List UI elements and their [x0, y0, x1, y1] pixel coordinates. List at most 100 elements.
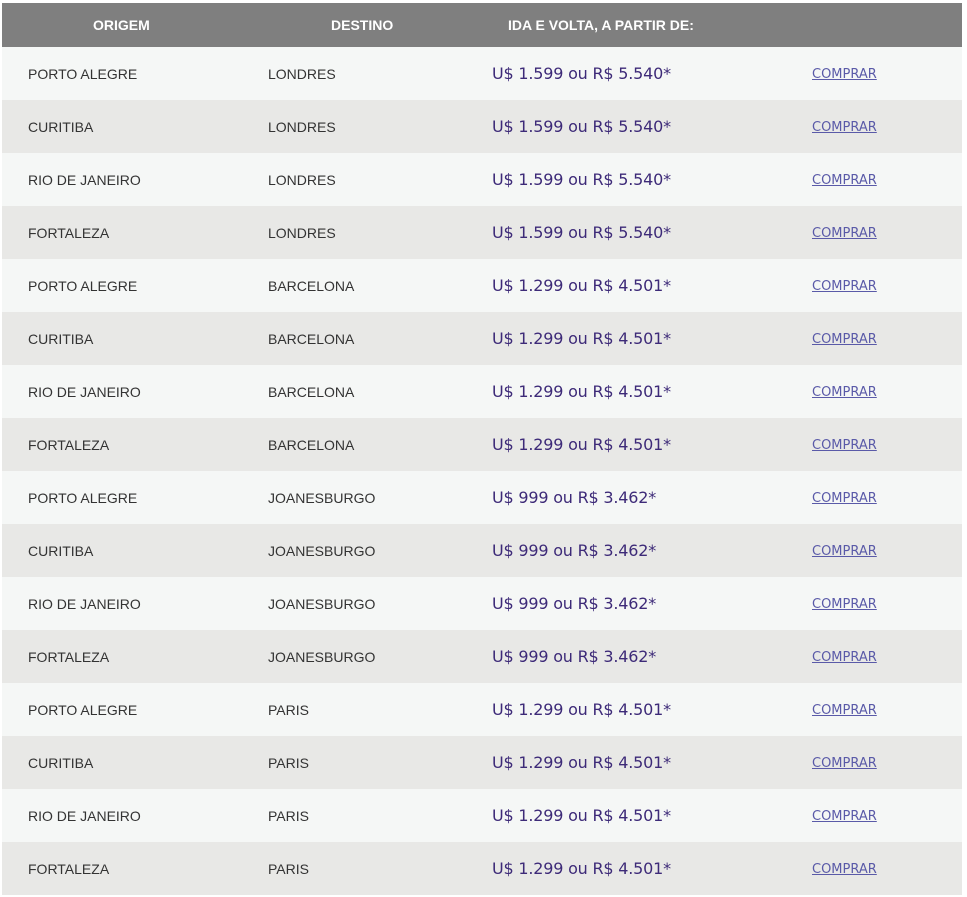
buy-link[interactable]: COMPRAR [812, 544, 877, 559]
table-row: FORTALEZA LONDRES U$ 1.599 ou R$ 5.540* … [2, 206, 962, 259]
origin-cell: RIO DE JANEIRO [2, 365, 242, 418]
action-cell: COMPRAR [784, 524, 962, 577]
buy-link[interactable]: COMPRAR [812, 650, 877, 665]
table-row: FORTALEZA JOANESBURGO U$ 999 ou R$ 3.462… [2, 630, 962, 683]
header-row: ORIGEM DESTINO IDA E VOLTA, A PARTIR DE: [2, 3, 962, 47]
destination-cell: LONDRES [242, 153, 466, 206]
destination-cell: LONDRES [242, 47, 466, 100]
buy-link[interactable]: COMPRAR [812, 67, 877, 82]
table-row: PORTO ALEGRE BARCELONA U$ 1.299 ou R$ 4.… [2, 259, 962, 312]
action-cell: COMPRAR [784, 577, 962, 630]
price-cell: U$ 1.299 ou R$ 4.501* [466, 365, 784, 418]
price-cell: U$ 1.299 ou R$ 4.501* [466, 259, 784, 312]
action-cell: COMPRAR [784, 206, 962, 259]
price-cell: U$ 1.599 ou R$ 5.540* [466, 153, 784, 206]
origin-cell: PORTO ALEGRE [2, 471, 242, 524]
destination-cell: PARIS [242, 842, 466, 895]
origin-cell: CURITIBA [2, 524, 242, 577]
buy-link[interactable]: COMPRAR [812, 438, 877, 453]
buy-link[interactable]: COMPRAR [812, 226, 877, 241]
buy-link[interactable]: COMPRAR [812, 809, 877, 824]
price-cell: U$ 1.599 ou R$ 5.540* [466, 206, 784, 259]
destination-cell: BARCELONA [242, 418, 466, 471]
action-cell: COMPRAR [784, 259, 962, 312]
buy-link[interactable]: COMPRAR [812, 597, 877, 612]
action-cell: COMPRAR [784, 100, 962, 153]
origin-cell: FORTALEZA [2, 206, 242, 259]
price-cell: U$ 999 ou R$ 3.462* [466, 577, 784, 630]
table-row: CURITIBA JOANESBURGO U$ 999 ou R$ 3.462*… [2, 524, 962, 577]
action-cell: COMPRAR [784, 630, 962, 683]
table-row: FORTALEZA PARIS U$ 1.299 ou R$ 4.501* CO… [2, 842, 962, 895]
table-row: RIO DE JANEIRO LONDRES U$ 1.599 ou R$ 5.… [2, 153, 962, 206]
action-cell: COMPRAR [784, 418, 962, 471]
fare-table: ORIGEM DESTINO IDA E VOLTA, A PARTIR DE:… [2, 3, 962, 895]
table-row: CURITIBA PARIS U$ 1.299 ou R$ 4.501* COM… [2, 736, 962, 789]
table-row: RIO DE JANEIRO JOANESBURGO U$ 999 ou R$ … [2, 577, 962, 630]
action-cell: COMPRAR [784, 312, 962, 365]
price-cell: U$ 1.299 ou R$ 4.501* [466, 736, 784, 789]
action-cell: COMPRAR [784, 153, 962, 206]
destination-cell: PARIS [242, 683, 466, 736]
price-cell: U$ 999 ou R$ 3.462* [466, 524, 784, 577]
table-row: RIO DE JANEIRO BARCELONA U$ 1.299 ou R$ … [2, 365, 962, 418]
origin-cell: FORTALEZA [2, 630, 242, 683]
destination-cell: JOANESBURGO [242, 471, 466, 524]
table-body: PORTO ALEGRE LONDRES U$ 1.599 ou R$ 5.54… [2, 47, 962, 895]
price-cell: U$ 1.299 ou R$ 4.501* [466, 683, 784, 736]
origin-cell: FORTALEZA [2, 842, 242, 895]
table-row: PORTO ALEGRE PARIS U$ 1.299 ou R$ 4.501*… [2, 683, 962, 736]
header-origin: ORIGEM [2, 3, 242, 47]
origin-cell: CURITIBA [2, 312, 242, 365]
destination-cell: PARIS [242, 789, 466, 842]
origin-cell: PORTO ALEGRE [2, 683, 242, 736]
price-cell: U$ 1.299 ou R$ 4.501* [466, 418, 784, 471]
origin-cell: RIO DE JANEIRO [2, 153, 242, 206]
table-row: FORTALEZA BARCELONA U$ 1.299 ou R$ 4.501… [2, 418, 962, 471]
destination-cell: JOANESBURGO [242, 577, 466, 630]
origin-cell: CURITIBA [2, 736, 242, 789]
table-row: PORTO ALEGRE LONDRES U$ 1.599 ou R$ 5.54… [2, 47, 962, 100]
buy-link[interactable]: COMPRAR [812, 279, 877, 294]
action-cell: COMPRAR [784, 789, 962, 842]
price-cell: U$ 1.299 ou R$ 4.501* [466, 789, 784, 842]
buy-link[interactable]: COMPRAR [812, 703, 877, 718]
price-cell: U$ 1.599 ou R$ 5.540* [466, 100, 784, 153]
origin-cell: RIO DE JANEIRO [2, 577, 242, 630]
price-cell: U$ 999 ou R$ 3.462* [466, 630, 784, 683]
price-cell: U$ 999 ou R$ 3.462* [466, 471, 784, 524]
origin-cell: CURITIBA [2, 100, 242, 153]
action-cell: COMPRAR [784, 47, 962, 100]
destination-cell: JOANESBURGO [242, 630, 466, 683]
table-row: RIO DE JANEIRO PARIS U$ 1.299 ou R$ 4.50… [2, 789, 962, 842]
buy-link[interactable]: COMPRAR [812, 120, 877, 135]
buy-link[interactable]: COMPRAR [812, 491, 877, 506]
destination-cell: PARIS [242, 736, 466, 789]
action-cell: COMPRAR [784, 736, 962, 789]
buy-link[interactable]: COMPRAR [812, 385, 877, 400]
buy-link[interactable]: COMPRAR [812, 862, 877, 877]
origin-cell: PORTO ALEGRE [2, 47, 242, 100]
destination-cell: BARCELONA [242, 365, 466, 418]
origin-cell: RIO DE JANEIRO [2, 789, 242, 842]
destination-cell: BARCELONA [242, 259, 466, 312]
buy-link[interactable]: COMPRAR [812, 756, 877, 771]
header-destination: DESTINO [242, 3, 466, 47]
destination-cell: LONDRES [242, 206, 466, 259]
action-cell: COMPRAR [784, 365, 962, 418]
action-cell: COMPRAR [784, 842, 962, 895]
origin-cell: PORTO ALEGRE [2, 259, 242, 312]
buy-link[interactable]: COMPRAR [812, 173, 877, 188]
table-header: ORIGEM DESTINO IDA E VOLTA, A PARTIR DE: [2, 3, 962, 47]
header-action [784, 3, 962, 47]
header-price: IDA E VOLTA, A PARTIR DE: [466, 3, 784, 47]
action-cell: COMPRAR [784, 471, 962, 524]
destination-cell: JOANESBURGO [242, 524, 466, 577]
origin-cell: FORTALEZA [2, 418, 242, 471]
table-row: CURITIBA LONDRES U$ 1.599 ou R$ 5.540* C… [2, 100, 962, 153]
destination-cell: BARCELONA [242, 312, 466, 365]
action-cell: COMPRAR [784, 683, 962, 736]
price-cell: U$ 1.299 ou R$ 4.501* [466, 842, 784, 895]
table-row: PORTO ALEGRE JOANESBURGO U$ 999 ou R$ 3.… [2, 471, 962, 524]
buy-link[interactable]: COMPRAR [812, 332, 877, 347]
